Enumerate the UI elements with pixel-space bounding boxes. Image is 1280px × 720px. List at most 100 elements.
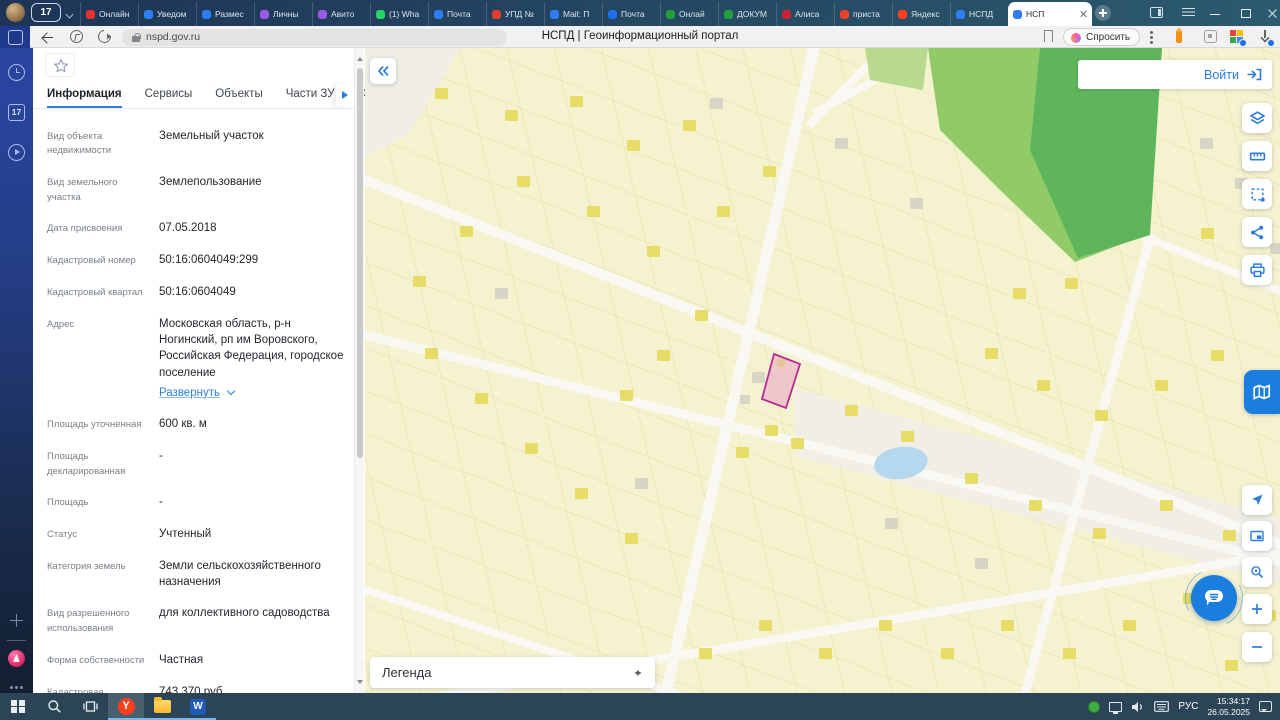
layers-button[interactable] [1242, 103, 1272, 133]
profile-avatar[interactable] [6, 3, 25, 22]
history-icon[interactable] [8, 64, 25, 81]
browser-tab[interactable]: Mail: П [544, 2, 602, 26]
legend-expand-icon[interactable] [633, 667, 643, 679]
support-chat-button[interactable] [1191, 575, 1237, 621]
window-close-button[interactable] [1258, 0, 1280, 26]
field-value-text: Учтенный [159, 528, 211, 540]
panel-scrollbar[interactable] [354, 48, 364, 693]
scroll-up-icon[interactable] [357, 54, 363, 61]
panel-tab[interactable]: Сервисы [145, 81, 193, 108]
panel-tab[interactable]: Информация [47, 81, 122, 108]
extension-icon[interactable] [1176, 30, 1182, 43]
side-panel-icon[interactable] [1150, 7, 1163, 18]
tab-title: Авито [331, 9, 354, 19]
share-button[interactable] [1242, 217, 1272, 247]
browser-tab[interactable]: (1) Wha [370, 2, 428, 26]
panel-tab-label: Объекты [215, 88, 262, 100]
start-button[interactable] [0, 693, 36, 720]
my-location-button[interactable] [1242, 485, 1272, 515]
zoom-in-button[interactable] [1242, 594, 1272, 624]
window-minimize-button[interactable] [1200, 0, 1230, 26]
panel-tab[interactable]: Объекты [215, 81, 262, 108]
browser-tab[interactable]: Личны [254, 2, 312, 26]
alice-assistant-icon[interactable] [8, 650, 25, 667]
tray-app-icon[interactable] [1088, 701, 1100, 713]
calendar-icon[interactable]: 17 [8, 104, 25, 121]
collapse-panel-button[interactable] [370, 58, 396, 84]
browser-tab[interactable]: Алиса [776, 2, 834, 26]
taskbar-yandex-browser[interactable]: Y [108, 693, 144, 720]
minimap-button[interactable] [1242, 521, 1272, 551]
scroll-down-icon[interactable] [357, 680, 363, 687]
login-bar[interactable]: Войти [1078, 60, 1272, 89]
plus-icon [1250, 602, 1264, 616]
parcel-fields: Вид объекта недвижимости Земельный участ… [33, 110, 355, 693]
more-options-icon[interactable] [1150, 31, 1153, 34]
extension-grid-icon[interactable] [1230, 30, 1243, 43]
legend-bar[interactable]: Легенда [370, 657, 655, 688]
browser-tab[interactable]: Почта [428, 2, 486, 26]
field-label: Кадастровый квартал [47, 284, 149, 301]
parcel-info-panel: Информация Сервисы Объекты Части ЗУ Сост… [33, 48, 365, 693]
volume-icon[interactable] [1131, 701, 1145, 713]
task-view-button[interactable] [72, 693, 108, 720]
new-tab-button[interactable] [1095, 5, 1111, 21]
tab-title: ДОКУМ [737, 9, 767, 19]
expand-address-link[interactable]: Развернуть [159, 385, 347, 401]
downloads-icon[interactable] [1258, 30, 1271, 43]
browser-tab[interactable]: НСПД [950, 2, 1008, 26]
search-on-map-button[interactable] [1242, 557, 1272, 587]
sidebar-add-icon[interactable] [8, 612, 25, 629]
action-center-icon[interactable] [1259, 701, 1272, 712]
field-value: - [159, 448, 347, 479]
taskbar-word[interactable]: W [180, 693, 216, 720]
scrollbar-thumb[interactable] [357, 68, 363, 458]
browser-menu-icon[interactable] [1182, 7, 1195, 18]
bookmark-icon[interactable] [1044, 30, 1053, 42]
zoom-out-button[interactable] [1242, 632, 1272, 662]
extension-icon[interactable] [1204, 30, 1217, 43]
field-label: Категория земель [47, 558, 149, 591]
feedback-tab[interactable] [1244, 370, 1280, 414]
field-value: Земли сельскохозяйственного назначения [159, 558, 347, 591]
browser-tab[interactable]: Авито [312, 2, 370, 26]
tab-counter-chevron-icon[interactable] [66, 11, 74, 19]
field-label: Вид земельного участка [47, 174, 149, 205]
browser-toolbar: nspd.gov.ru НСПД | Геоинформационный пор… [0, 26, 1280, 48]
tab-favicon [898, 10, 907, 19]
field-value-text: 50:16:0604049 [159, 286, 236, 298]
browser-tab[interactable]: УПД № [486, 2, 544, 26]
print-button[interactable] [1242, 255, 1272, 285]
window-restore-button[interactable] [1230, 0, 1260, 26]
touch-keyboard-icon[interactable] [1154, 701, 1169, 712]
browser-tab[interactable]: Размес [196, 2, 254, 26]
taskbar-clock[interactable]: 15:34:17 26.05.2025 [1207, 696, 1250, 717]
browser-tab[interactable]: Онлайн [80, 2, 138, 26]
browser-tab[interactable]: приста [834, 2, 892, 26]
browser-tab[interactable]: Яндекс [892, 2, 950, 26]
network-icon[interactable] [1109, 702, 1122, 712]
field-value-text: Землепользование [159, 176, 262, 188]
browser-tab[interactable]: ДОКУМ [718, 2, 776, 26]
browser-tab[interactable]: НСП [1008, 2, 1092, 26]
media-icon[interactable] [8, 144, 25, 161]
favorite-star-button[interactable] [45, 53, 75, 77]
measure-button[interactable] [1242, 141, 1272, 171]
clock-date: 26.05.2025 [1207, 707, 1250, 718]
tab-counter[interactable]: 17 [31, 3, 61, 22]
browser-tab[interactable]: Почта [602, 2, 660, 26]
ask-ai-button[interactable]: Спросить [1063, 28, 1140, 46]
taskbar-search-button[interactable] [36, 693, 72, 720]
browser-tab[interactable]: Уведом [138, 2, 196, 26]
browser-tab[interactable]: Онлай [660, 2, 718, 26]
select-area-button[interactable] [1242, 179, 1272, 209]
ruler-icon [1249, 148, 1266, 165]
tab-close-icon[interactable] [1079, 10, 1087, 18]
tabs-overflow-arrow-button[interactable] [336, 84, 353, 106]
map-pane[interactable]: Войти [365, 48, 1280, 693]
login-label[interactable]: Войти [1204, 68, 1239, 82]
language-indicator[interactable]: РУС [1178, 701, 1198, 712]
taskbar-file-explorer[interactable] [144, 693, 180, 720]
tab-favicon [724, 10, 733, 19]
panel-tab[interactable]: Части ЗУ [286, 81, 335, 108]
